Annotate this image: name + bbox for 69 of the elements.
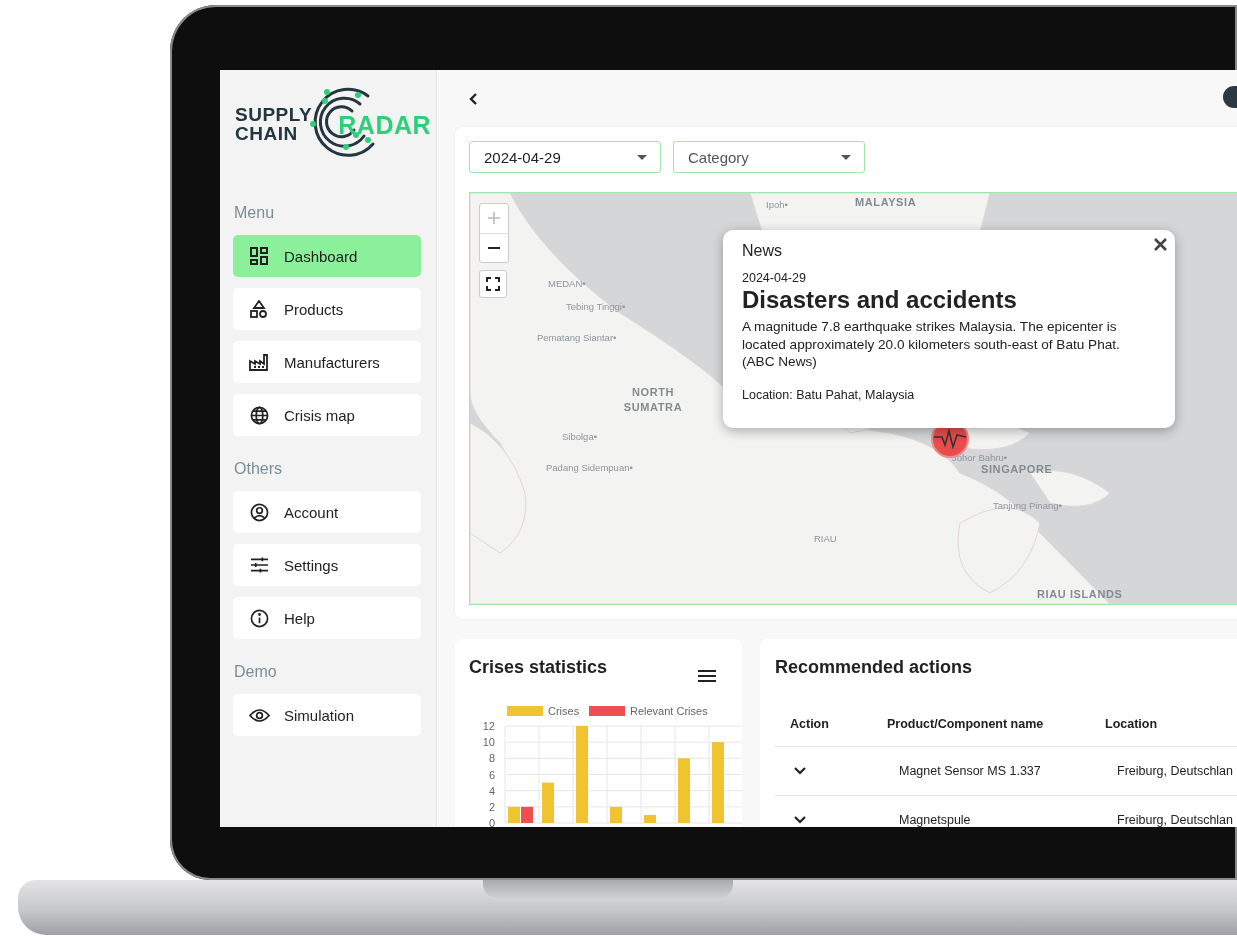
sidebar-item[interactable]: Products xyxy=(233,288,421,330)
map-label: MEDAN• xyxy=(548,278,586,289)
map-label: SINGAPORE xyxy=(981,463,1053,475)
axis-tick-label: 0 xyxy=(488,817,495,827)
close-button[interactable] xyxy=(1154,238,1167,251)
sidebar-item[interactable]: Dashboard xyxy=(233,235,421,277)
eye-icon xyxy=(248,707,270,723)
sidebar-item[interactable]: Simulation xyxy=(233,694,421,736)
dashboard-grid-icon xyxy=(250,247,268,265)
legend-label: Crises xyxy=(548,705,580,717)
sidebar-item[interactable]: Help xyxy=(233,597,421,639)
map-label: Sibolga• xyxy=(562,431,598,442)
fullscreen-button[interactable] xyxy=(479,270,507,298)
account-icon xyxy=(249,502,269,522)
back-button[interactable] xyxy=(468,91,478,106)
map-label: Padang Sidempuan• xyxy=(546,462,633,473)
column-header: Product/Component name xyxy=(887,717,1045,731)
map-label: MALAYSIA xyxy=(855,196,917,208)
map-label: Tebing Tinggi• xyxy=(566,301,626,312)
table-cell-text: Magnet Sensor MS 1.337 xyxy=(899,764,1042,778)
map-label: Ipoh• xyxy=(766,199,788,210)
map-label: Pematang Siantar• xyxy=(537,332,617,343)
category-select[interactable]: Category xyxy=(673,141,865,173)
shapes-icon xyxy=(250,300,268,318)
info-icon xyxy=(249,608,269,628)
globe-icon xyxy=(249,405,269,425)
popup-heading: News xyxy=(742,242,783,260)
axis-tick-label: 10 xyxy=(482,736,495,749)
sidebar-item[interactable]: Manufacturers xyxy=(233,341,421,383)
news-text: A magnitude 7.8 earthquake strikes Malaysia. The epicenter is located approximately 20.0 kilometers south-east of Batu Phat. (ABC News) xyxy=(742,318,1121,371)
column-header: Location xyxy=(1105,717,1158,731)
sliders-icon xyxy=(249,556,269,574)
avatar-icon[interactable] xyxy=(1223,85,1237,108)
card-title: Crises statistics xyxy=(469,657,608,678)
table-cell: Freiburg, Deutschlan xyxy=(1117,764,1234,778)
axis-tick-label: 8 xyxy=(488,752,495,765)
news-location: Location: Batu Pahat, Malaysia xyxy=(742,387,916,402)
sidebar-item[interactable]: Account xyxy=(233,491,421,533)
news-date: 2024-04-29 xyxy=(742,271,807,285)
menu-button[interactable] xyxy=(698,669,716,683)
card-title: Recommended actions xyxy=(775,657,974,678)
fullscreen-icon xyxy=(486,277,500,291)
map-label: NORTH SUMATRA xyxy=(622,385,684,415)
date-select[interactable]: 2024-04-29 xyxy=(469,141,661,173)
logo-text: RADAR xyxy=(338,113,432,138)
map-label: RIAU ISLANDS xyxy=(1037,588,1123,600)
caret-icon xyxy=(841,154,851,160)
axis-tick-label: 2 xyxy=(488,800,495,813)
section-heading: Menu xyxy=(234,204,276,222)
section-heading: Demo xyxy=(234,663,278,681)
logo-text: SUPPLY xyxy=(235,105,313,124)
column-header: Action xyxy=(789,717,830,731)
sidebar-item[interactable]: Crisis map xyxy=(233,394,421,436)
axis-tick-label: 6 xyxy=(488,768,495,781)
logo-text: CHAIN xyxy=(235,124,299,143)
section-heading: Others xyxy=(234,460,283,478)
news-title: Disasters and accidents xyxy=(742,286,1018,314)
factory-icon xyxy=(249,353,269,371)
legend-label: Relevant Crises xyxy=(630,705,708,717)
plus-icon xyxy=(488,212,500,225)
axis-tick-label: 4 xyxy=(488,784,495,797)
table-cell: Freiburg, Deutschlan xyxy=(1117,813,1234,827)
map-label: RIAU xyxy=(814,533,837,544)
sidebar-item[interactable]: Settings xyxy=(233,544,421,586)
axis-tick-label: 12 xyxy=(482,720,495,732)
caret-icon xyxy=(637,154,647,160)
table-cell-text: Magnetspule xyxy=(899,813,972,827)
minus-icon xyxy=(488,246,500,249)
map-label: Tanjung Pinang• xyxy=(993,500,1062,511)
